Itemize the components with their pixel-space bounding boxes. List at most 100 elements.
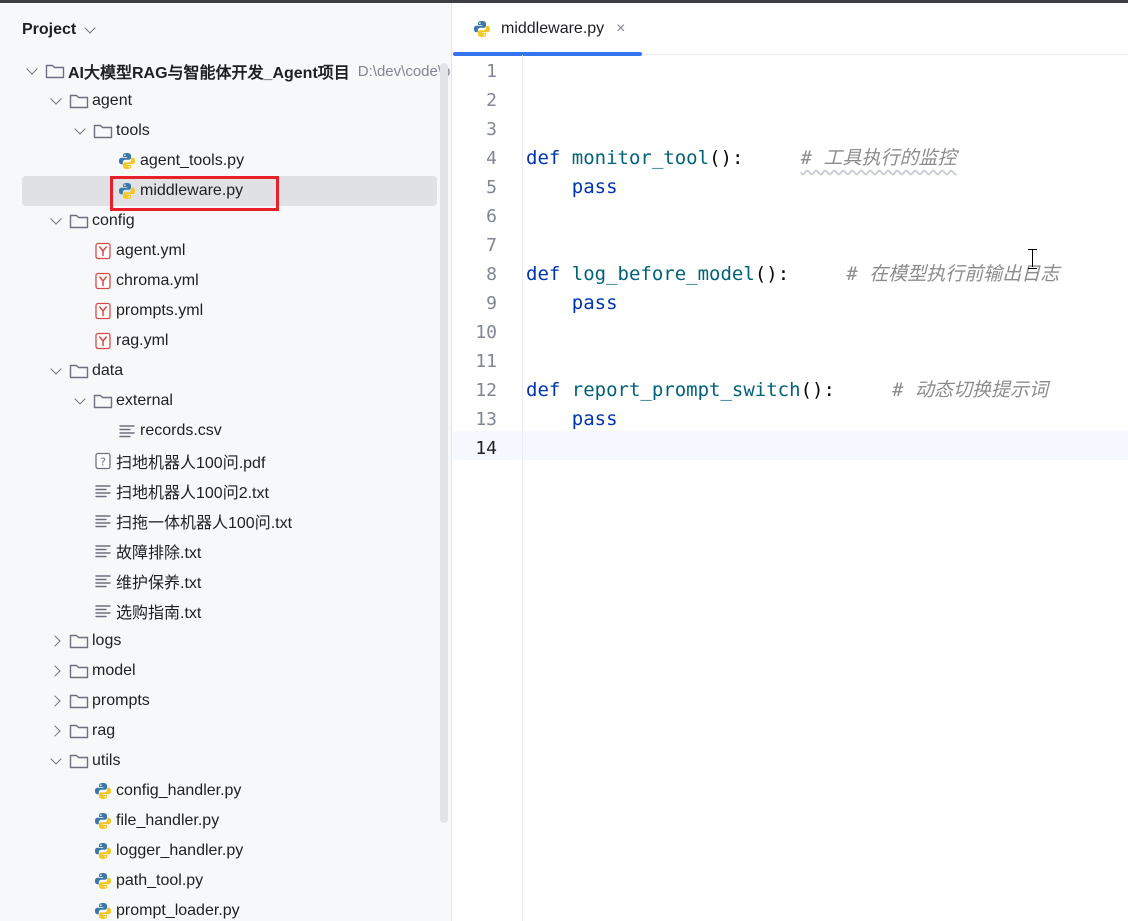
chevron-down-icon[interactable] bbox=[46, 91, 66, 111]
tree-item[interactable]: path_tool.py bbox=[0, 866, 451, 896]
tree-item[interactable]: data bbox=[0, 356, 451, 386]
tree-item[interactable]: agent.yml bbox=[0, 236, 451, 266]
python-file-icon bbox=[117, 151, 137, 171]
tree-item-label: records.csv bbox=[140, 422, 222, 439]
tree-item[interactable]: agent bbox=[0, 86, 451, 116]
tree-item-label: external bbox=[116, 392, 173, 409]
chevron-right-icon[interactable] bbox=[46, 631, 66, 651]
editor-tab-bar: middleware.py × bbox=[453, 3, 1128, 56]
tree-item[interactable]: logs bbox=[0, 626, 451, 656]
text-file-icon bbox=[93, 571, 113, 591]
code-line[interactable]: def log_before_model(): # 在模型执行前输出日志 bbox=[526, 260, 1059, 289]
tree-item[interactable]: chroma.yml bbox=[0, 266, 451, 296]
chevron-down-icon[interactable] bbox=[22, 61, 42, 81]
python-file-icon bbox=[93, 901, 113, 921]
tree-item-label: rag bbox=[92, 722, 116, 739]
project-panel: Project AI大模型RAG与智能体开发_Agent项目 D:\dev\cod… bbox=[0, 3, 452, 921]
tree-item-label: 扫地机器人100问.pdf bbox=[116, 455, 266, 472]
project-path: D:\dev\code\p bbox=[357, 62, 451, 80]
line-number-gutter: 1 2 3 4 5 6 7 8 9 10 11 12 13 14 bbox=[453, 55, 523, 921]
tree-item[interactable]: prompts bbox=[0, 686, 451, 716]
chevron-right-icon[interactable] bbox=[46, 721, 66, 741]
tree-item[interactable]: external bbox=[0, 386, 451, 416]
tree-item[interactable]: prompts.yml bbox=[0, 296, 451, 326]
tree-item[interactable]: model bbox=[0, 656, 451, 686]
code-keyword: pass bbox=[571, 292, 618, 314]
close-icon[interactable]: × bbox=[616, 21, 625, 37]
line-number: 5 bbox=[486, 177, 497, 198]
tree-item[interactable]: AI大模型RAG与智能体开发_Agent项目 D:\dev\code\p bbox=[0, 56, 451, 86]
tree-item-label: prompts.yml bbox=[116, 302, 204, 319]
chevron-down-icon[interactable] bbox=[70, 391, 90, 411]
code-text: (): bbox=[709, 147, 744, 169]
tree-item-label: AI大模型RAG与智能体开发_Agent项目 bbox=[68, 65, 350, 82]
code-comment: # 工具执行的监控 bbox=[800, 147, 957, 169]
text-file-icon bbox=[93, 541, 113, 561]
tree-item-label: config bbox=[92, 212, 135, 229]
code-line[interactable]: def monitor_tool(): # 工具执行的监控 bbox=[526, 144, 956, 173]
chevron-down-icon[interactable] bbox=[84, 22, 96, 34]
tree-item[interactable]: config_handler.py bbox=[0, 776, 451, 806]
line-number: 2 bbox=[486, 90, 497, 111]
tree-item[interactable]: rag bbox=[0, 716, 451, 746]
chevron-down-icon[interactable] bbox=[46, 361, 66, 381]
tree-item[interactable]: 选购指南.txt bbox=[0, 596, 451, 626]
chevron-down-icon[interactable] bbox=[70, 121, 90, 141]
tree-item-label: logs bbox=[92, 632, 122, 649]
tree-item[interactable]: middleware.py bbox=[0, 176, 451, 206]
tree-item[interactable]: ? 扫地机器人100问.pdf bbox=[0, 446, 451, 476]
yaml-file-icon bbox=[93, 241, 113, 261]
project-scrollbar[interactable] bbox=[440, 63, 448, 823]
folder-icon bbox=[69, 631, 89, 651]
tree-item-label: agent.yml bbox=[116, 242, 186, 259]
chevron-right-icon[interactable] bbox=[46, 661, 66, 681]
line-number: 14 bbox=[475, 438, 497, 459]
tree-item-label: logger_handler.py bbox=[116, 842, 244, 859]
code-line[interactable]: pass bbox=[526, 289, 618, 318]
code-line[interactable]: pass bbox=[526, 173, 618, 202]
project-panel-title: Project bbox=[22, 21, 77, 38]
code-line[interactable]: pass bbox=[526, 405, 618, 434]
code-line[interactable]: def report_prompt_switch(): # 动态切换提示词 bbox=[526, 376, 1048, 405]
chevron-down-icon[interactable] bbox=[46, 211, 66, 231]
line-number: 10 bbox=[475, 322, 497, 343]
tree-item[interactable]: 维护保养.txt bbox=[0, 566, 451, 596]
tree-item[interactable]: agent_tools.py bbox=[0, 146, 451, 176]
chevron-down-icon[interactable] bbox=[46, 751, 66, 771]
python-file-icon bbox=[93, 871, 113, 891]
tree-item-label: data bbox=[92, 362, 124, 379]
tree-item[interactable]: prompt_loader.py bbox=[0, 896, 451, 921]
tab-middleware-py[interactable]: middleware.py × bbox=[453, 3, 642, 56]
code-text: (): bbox=[800, 379, 835, 401]
text-file-icon bbox=[93, 601, 113, 621]
project-panel-header[interactable]: Project bbox=[0, 3, 451, 57]
tree-item[interactable]: file_handler.py bbox=[0, 806, 451, 836]
tree-item[interactable]: 扫拖一体机器人100问.txt bbox=[0, 506, 451, 536]
folder-icon bbox=[93, 121, 113, 141]
tree-item-label: rag.yml bbox=[116, 332, 169, 349]
tree-item[interactable]: tools bbox=[0, 116, 451, 146]
tree-item[interactable]: 扫地机器人100问2.txt bbox=[0, 476, 451, 506]
tree-item[interactable]: records.csv bbox=[0, 416, 451, 446]
code-keyword: def bbox=[526, 147, 561, 169]
yaml-file-icon bbox=[93, 301, 113, 321]
folder-icon bbox=[69, 661, 89, 681]
line-number: 13 bbox=[475, 409, 497, 430]
folder-icon bbox=[69, 691, 89, 711]
tree-item[interactable]: config bbox=[0, 206, 451, 236]
tree-item[interactable]: utils bbox=[0, 746, 451, 776]
text-file-icon bbox=[93, 511, 113, 531]
tree-item[interactable]: 故障排除.txt bbox=[0, 536, 451, 566]
tree-item-label: agent_tools.py bbox=[140, 152, 245, 169]
code-keyword: pass bbox=[571, 176, 618, 198]
tree-item[interactable]: logger_handler.py bbox=[0, 836, 451, 866]
chevron-right-icon[interactable] bbox=[46, 691, 66, 711]
code-text: (): bbox=[754, 263, 790, 285]
tree-item-label: agent bbox=[92, 92, 133, 109]
code-keyword: def bbox=[526, 379, 561, 401]
tree-item[interactable]: rag.yml bbox=[0, 326, 451, 356]
folder-icon bbox=[69, 91, 89, 111]
